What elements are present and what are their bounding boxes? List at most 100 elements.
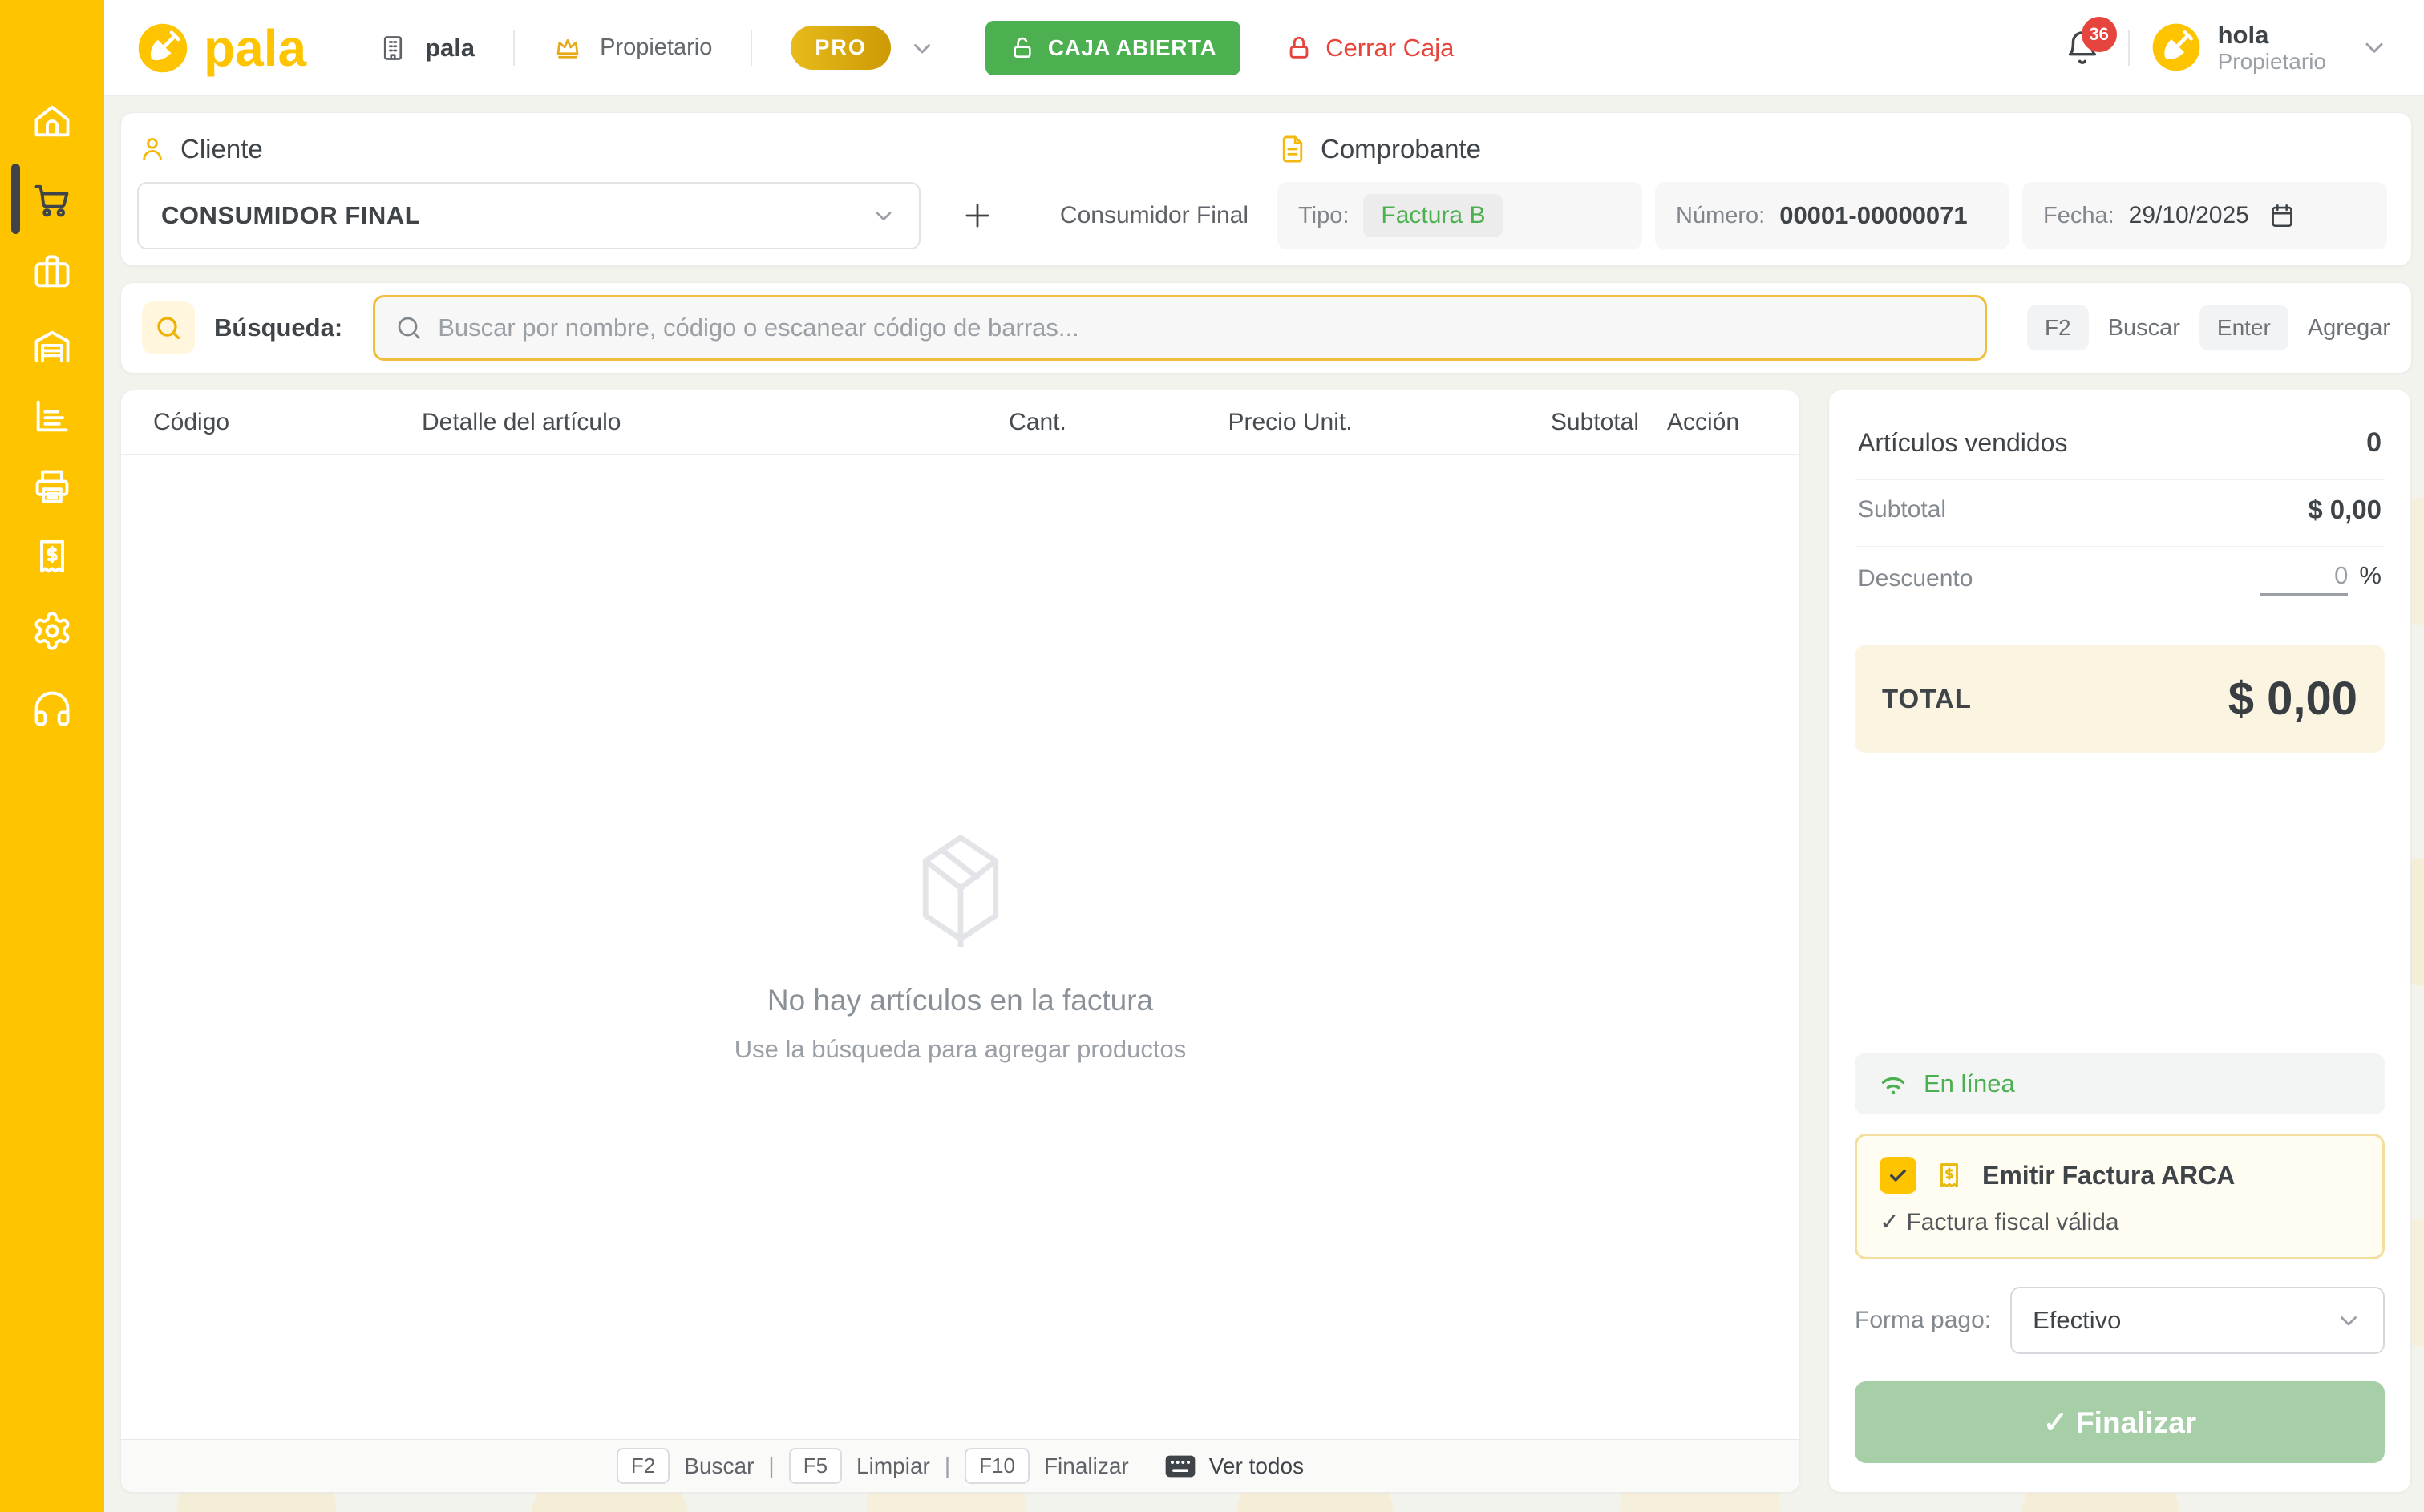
user-role: Propietario [2218,49,2326,75]
brand-logo[interactable]: pala [136,22,306,75]
check-icon [1887,1164,1909,1187]
search-input-wrap [373,295,1987,361]
discount-input[interactable] [2260,561,2348,596]
unlock-icon [1010,35,1035,61]
search-icon [395,313,423,342]
sidebar-item-products[interactable] [0,237,104,307]
headset-icon [31,688,73,730]
gear-icon [31,610,73,652]
search-shortcut-hints: F2 Buscar Enter Agregar [2027,305,2390,350]
voucher-type-box: Tipo: Factura B [1277,182,1642,249]
enter-keycap: Enter [2199,305,2288,350]
search-card: Búsqueda: F2 Buscar Enter Agregar [120,282,2412,374]
subtotal-value: $ 0,00 [2308,495,2382,525]
column-header-codigo: Código [153,409,422,436]
invoice-items-card: Código Detalle del artículo Cant. Precio… [120,390,1800,1493]
pala-shovel-icon [136,22,189,75]
f2-keycap: F2 [617,1448,670,1484]
f5-keycap: F5 [789,1448,842,1484]
printer-icon [31,466,73,507]
close-register-button[interactable]: Cerrar Caja [1285,34,1454,63]
sidebar-item-printing[interactable] [0,451,104,522]
file-text-icon [1277,134,1308,164]
online-status-label: En línea [1924,1069,2015,1098]
notifications-badge: 36 [2082,17,2117,52]
client-selected-value: CONSUMIDOR FINAL [161,201,420,230]
lock-icon [1285,34,1313,62]
empty-state: No hay artículos en la factura Use la bú… [121,455,1799,1439]
voucher-title-row: Comprobante [1277,134,2387,164]
warehouse-icon [31,325,73,367]
receipt-dollar-icon [1934,1160,1965,1191]
calendar-icon [2264,202,2296,229]
crown-icon [553,34,582,63]
search-chip [142,301,195,354]
briefcase-icon [31,251,73,293]
voucher-date-label: Fecha: [2043,203,2114,229]
subtotal-row: Subtotal $ 0,00 [1855,480,2385,547]
keyboard-icon [1164,1453,1196,1479]
column-header-precio: Precio Unit. [1158,409,1422,436]
invoice-type-badge[interactable]: Factura B [1363,194,1503,237]
finalize-button[interactable]: ✓ Finalizar [1855,1381,2385,1463]
person-icon [137,134,168,164]
payment-label: Forma pago: [1855,1307,1991,1334]
client-voucher-card: Cliente CONSUMIDOR FINAL Consumidor Fina… [120,112,2412,266]
chevron-down-icon [2360,33,2389,62]
sidebar-item-inventory[interactable] [0,311,104,382]
user-menu[interactable]: hola Propietario [2151,21,2389,75]
sidebar-item-sales[interactable] [0,164,104,234]
wifi-icon [1877,1070,1909,1098]
discount-row: Descuento % [1855,547,2385,617]
sidebar-item-reports[interactable] [0,381,104,451]
add-hint-label: Agregar [2308,315,2390,342]
sidebar-item-support[interactable] [0,673,104,744]
arca-box: Emitir Factura ARCA ✓ Factura fiscal vál… [1855,1134,2385,1259]
home-icon [31,100,73,142]
total-label: TOTAL [1882,684,1972,714]
client-section-title: Cliente [180,134,263,164]
building-icon [378,34,407,63]
column-header-accion: Acción [1639,409,1767,436]
package-icon [913,830,1008,947]
sidebar-item-cash[interactable] [0,521,104,592]
sidebar-item-home[interactable] [0,86,104,156]
shortcut-label: Finalizar [1044,1453,1129,1479]
payment-method-select[interactable]: Efectivo [2010,1287,2385,1354]
sidebar-item-settings[interactable] [0,596,104,666]
empty-state-subtitle: Use la búsqueda para agregar productos [734,1035,1187,1064]
add-client-button[interactable] [961,199,994,232]
search-input[interactable] [438,313,1965,342]
company-menu[interactable]: pala Propietario PRO [378,26,936,70]
user-name: hola [2218,21,2326,50]
client-select[interactable]: CONSUMIDOR FINAL [137,182,921,249]
total-box: TOTAL $ 0,00 [1855,645,2385,753]
separator: | [768,1453,774,1479]
items-sold-row: Artículos vendidos 0 [1855,422,2385,480]
payment-row: Forma pago: Efectivo [1855,1287,2385,1354]
voucher-date-box[interactable]: Fecha: 29/10/2025 [2022,182,2387,249]
arca-checkbox[interactable] [1880,1157,1916,1194]
register-status-label: CAJA ABIERTA [1048,35,1216,61]
voucher-section-title: Comprobante [1321,134,1481,164]
brand-wordmark: pala [204,22,306,74]
chevron-down-icon [2335,1307,2362,1334]
arca-checkbox-label: Emitir Factura ARCA [1982,1161,2235,1191]
view-all-shortcuts-button[interactable]: Ver todos [1164,1453,1304,1479]
f10-keycap: F10 [965,1448,1030,1484]
avatar [2151,22,2202,73]
notifications-button[interactable]: 36 [2064,30,2101,67]
voucher-number-box: Número: 00001-00000071 [1655,182,2009,249]
column-header-detalle: Detalle del artículo [422,409,917,436]
shortcut-label: Buscar [684,1453,754,1479]
column-header-subtotal: Subtotal [1422,409,1639,436]
voucher-section: Comprobante Tipo: Factura B Número: 0000… [1277,113,2411,265]
empty-state-title: No hay artículos en la factura [767,984,1153,1017]
close-register-label: Cerrar Caja [1325,34,1454,63]
voucher-type-label: Tipo: [1298,203,1349,229]
column-header-cant: Cant. [917,409,1158,436]
table-footer-bar: F2 Buscar | F5 Limpiar | F10 Finalizar V… [121,1439,1799,1492]
company-name: pala [425,34,475,63]
register-status-button[interactable]: CAJA ABIERTA [985,21,1240,75]
discount-label: Descuento [1858,565,1973,592]
